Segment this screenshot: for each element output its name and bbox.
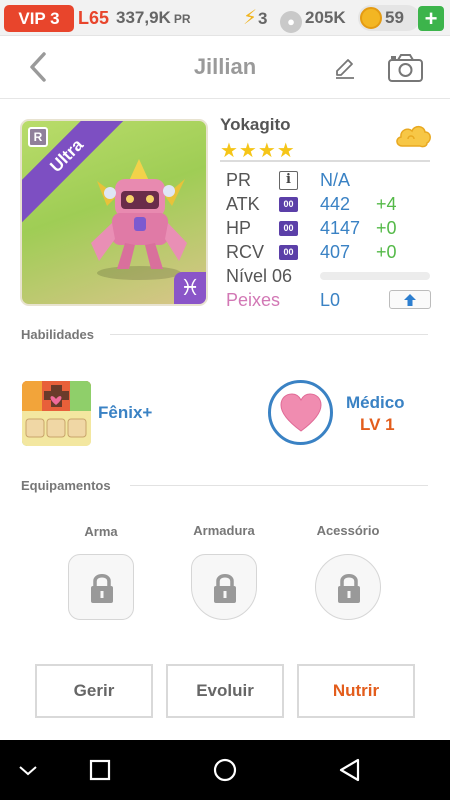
monster-name: Yokagito: [220, 115, 291, 134]
monster-artwork: [91, 159, 187, 280]
equipment-title: Equipamentos: [21, 478, 111, 493]
power-rating-unit: PR: [173, 12, 191, 26]
back-triangle-icon[interactable]: [338, 758, 362, 782]
level-label: Nível 06: [226, 266, 293, 286]
add-coins-button[interactable]: +: [418, 6, 444, 31]
manage-button[interactable]: Gerir: [35, 664, 153, 718]
info-icon[interactable]: i: [279, 171, 298, 190]
leader-skill-level: LV 1: [360, 415, 395, 434]
arrow-up-icon: [404, 294, 416, 306]
power-rating: 337,9K PR: [116, 6, 191, 30]
lock-icon: [214, 574, 236, 603]
paw-value: 205K: [305, 8, 346, 27]
coin-counter[interactable]: 59: [358, 5, 420, 31]
lock-icon: [91, 574, 113, 603]
peixes-value: L0: [320, 290, 341, 310]
cloud-element-icon[interactable]: [394, 122, 432, 150]
skill-name[interactable]: Fênix+: [98, 403, 152, 423]
abilities-title: Habilidades: [21, 327, 94, 342]
lightning-icon: ⚡: [243, 7, 258, 29]
monster-portrait-card[interactable]: Ultra R ♓: [20, 119, 208, 306]
phoenix-skill-icon: [22, 381, 91, 446]
stat-label-pr: PR: [226, 170, 252, 190]
page-title: Jillian: [193, 54, 257, 79]
page-header: Jillian: [0, 36, 450, 99]
recents-square-icon[interactable]: [88, 758, 112, 782]
stat-bonus-atk: +4: [376, 194, 397, 214]
energy-value: 3: [258, 9, 268, 28]
equipment-divider: [130, 485, 428, 486]
stat-value-rcv: 407: [320, 242, 351, 262]
hp-chip: 00: [279, 221, 298, 236]
coin-value: 59: [385, 8, 404, 27]
player-level: L65: [78, 8, 110, 28]
home-circle-icon[interactable]: [213, 758, 237, 782]
skill-icon[interactable]: [22, 381, 91, 446]
stat-label-atk: ATK: [226, 194, 260, 214]
stat-value-hp: 4147: [320, 218, 361, 238]
slot-label-weapon: Arma: [84, 524, 118, 539]
top-status-bar: VIP 3 L65 337,9K PR ⚡3 ● 205K 59 +: [0, 0, 450, 36]
accessory-slot[interactable]: [315, 554, 381, 620]
slot-label-armor: Armadura: [193, 523, 255, 538]
slot-label-accessory: Acessório: [316, 523, 380, 538]
abilities-divider: [110, 334, 428, 335]
divider: [220, 160, 430, 162]
peixes-label: Peixes: [226, 290, 281, 310]
edit-pencil-icon[interactable]: [333, 56, 357, 80]
zodiac-pisces-icon: ♓: [174, 272, 206, 304]
android-nav-bar: [0, 740, 450, 800]
lock-icon: [338, 574, 360, 603]
hide-keyboard-chevron-icon[interactable]: [16, 758, 40, 782]
vip-badge[interactable]: VIP 3: [4, 5, 74, 32]
stat-value-pr: N/A: [320, 170, 351, 190]
atk-chip: 00: [279, 197, 298, 212]
leader-skill-name[interactable]: Médico: [346, 393, 405, 413]
feed-button[interactable]: Nutrir: [297, 664, 415, 718]
evolve-button[interactable]: Evoluir: [166, 664, 284, 718]
leader-skill-icon[interactable]: [268, 380, 333, 445]
stat-label-rcv: RCV: [226, 242, 265, 262]
upgrade-button[interactable]: [389, 290, 431, 309]
stat-bonus-rcv: +0: [376, 242, 397, 262]
paw-currency[interactable]: ● 205K: [280, 6, 346, 33]
coin-icon: [360, 7, 382, 29]
rarity-r-badge: R: [28, 127, 48, 147]
stat-label-hp: HP: [226, 218, 252, 238]
stat-bonus-hp: +0: [376, 218, 397, 238]
energy-counter[interactable]: ⚡3: [243, 6, 268, 30]
power-rating-value: 337,9K: [116, 8, 171, 27]
camera-icon[interactable]: [387, 53, 424, 83]
paw-icon: ●: [280, 11, 302, 33]
weapon-slot[interactable]: [68, 554, 134, 620]
rcv-chip: 00: [279, 245, 298, 260]
level-progress-bar: [320, 272, 430, 280]
stat-value-atk: 442: [320, 194, 351, 214]
heart-icon: [280, 393, 322, 432]
armor-slot[interactable]: [191, 554, 257, 620]
